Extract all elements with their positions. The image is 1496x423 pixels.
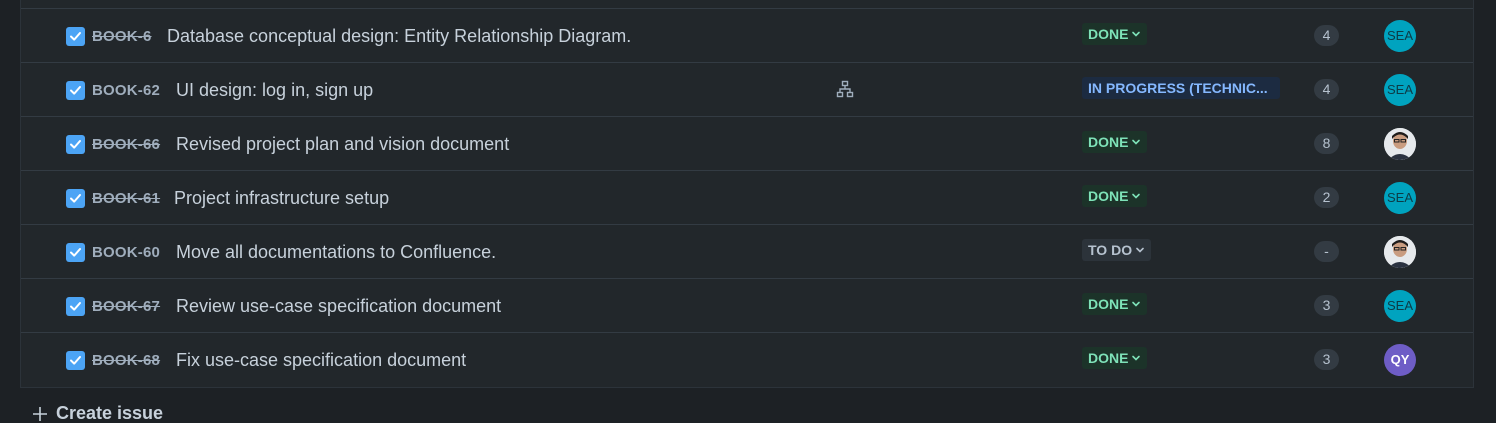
status-label: DONE	[1088, 26, 1129, 42]
story-points-badge[interactable]: -	[1314, 241, 1339, 262]
checkbox-checked-icon	[70, 86, 81, 95]
avatar-initials: SEA	[1386, 82, 1413, 97]
issue-summary[interactable]: UI design: log in, sign up	[176, 80, 373, 101]
issue-list: BOOK-6 Database conceptual design: Entit…	[20, 0, 1474, 388]
chevron-down-icon	[1132, 139, 1141, 145]
issue-row[interactable]: BOOK-66 Revised project plan and vision …	[21, 117, 1473, 171]
status-dropdown[interactable]: IN PROGRESS (TECHNIC...	[1082, 77, 1280, 99]
issue-key-link[interactable]: BOOK-66	[92, 136, 160, 153]
status-label: DONE	[1088, 350, 1129, 366]
chevron-down-icon	[1132, 31, 1141, 37]
user-photo-icon	[1384, 236, 1416, 268]
issue-key-link[interactable]: BOOK-62	[92, 82, 160, 99]
status-dropdown[interactable]: DONE	[1082, 293, 1148, 315]
avatar[interactable]: QY	[1384, 344, 1416, 376]
checkbox-checked-icon	[70, 302, 81, 311]
status-label: DONE	[1088, 188, 1129, 204]
issue-row[interactable]: BOOK-67 Review use-case specification do…	[21, 279, 1473, 333]
avatar[interactable]: SEA	[1384, 20, 1416, 52]
chevron-down-icon	[1132, 355, 1141, 361]
plus-icon	[33, 406, 47, 421]
avatar[interactable]: SEA	[1384, 182, 1416, 214]
avatar-initials: QY	[1390, 352, 1410, 367]
create-issue-button[interactable]: Create issue	[32, 403, 163, 423]
issue-row[interactable]: BOOK-6 Database conceptual design: Entit…	[21, 9, 1473, 63]
issue-type-icon	[66, 27, 85, 46]
checkbox-checked-icon	[70, 194, 81, 203]
issue-summary[interactable]: Review use-case specification document	[176, 296, 501, 317]
issue-type-icon	[66, 243, 85, 262]
status-dropdown[interactable]: DONE	[1082, 347, 1148, 369]
status-label: DONE	[1088, 134, 1129, 150]
issue-key-link[interactable]: BOOK-6	[92, 28, 152, 45]
issue-type-icon	[66, 351, 85, 370]
avatar-initials: SEA	[1386, 28, 1413, 43]
issue-type-icon	[66, 81, 85, 100]
user-photo-icon	[1384, 128, 1416, 160]
status-dropdown[interactable]: DONE	[1082, 131, 1148, 153]
chevron-down-icon	[1132, 193, 1141, 199]
issue-row[interactable]: BOOK-60 Move all documentations to Confl…	[21, 225, 1473, 279]
issue-summary[interactable]: Fix use-case specification document	[176, 350, 466, 371]
issue-row[interactable]: BOOK-68 Fix use-case specification docum…	[21, 333, 1473, 387]
story-points-badge[interactable]: 3	[1314, 295, 1339, 316]
issue-row[interactable]: BOOK-61 Project infrastructure setup DON…	[21, 171, 1473, 225]
checkbox-checked-icon	[70, 140, 81, 149]
backlog-page: BOOK-6 Database conceptual design: Entit…	[0, 0, 1496, 423]
story-points-badge[interactable]: 8	[1314, 133, 1339, 154]
issue-key-link[interactable]: BOOK-67	[92, 298, 160, 315]
avatar[interactable]	[1384, 128, 1416, 160]
avatar[interactable]	[1384, 236, 1416, 268]
create-issue-label: Create issue	[56, 403, 164, 423]
checkbox-checked-icon	[70, 356, 81, 365]
chevron-down-icon	[1132, 301, 1141, 307]
issue-type-icon	[66, 297, 85, 316]
issue-row[interactable]: BOOK-62 UI design: log in, sign up IN PR…	[21, 63, 1473, 117]
avatar-initials: SEA	[1386, 190, 1413, 205]
avatar[interactable]: SEA	[1384, 290, 1416, 322]
issue-summary[interactable]: Project infrastructure setup	[174, 188, 389, 209]
story-points-badge[interactable]: 4	[1314, 25, 1339, 46]
status-label: TO DO	[1088, 242, 1133, 258]
issue-summary[interactable]: Move all documentations to Confluence.	[176, 242, 496, 263]
avatar-initials: SEA	[1386, 298, 1413, 313]
issue-key-link[interactable]: BOOK-61	[92, 190, 160, 207]
story-points-badge[interactable]: 4	[1314, 79, 1339, 100]
issue-type-icon	[66, 135, 85, 154]
issue-summary[interactable]: Database conceptual design: Entity Relat…	[167, 26, 631, 47]
child-issues-icon[interactable]	[836, 80, 854, 98]
story-points-badge[interactable]: 3	[1314, 349, 1339, 370]
chevron-down-icon	[1136, 247, 1144, 253]
issue-type-icon	[66, 189, 85, 208]
story-points-badge[interactable]: 2	[1314, 187, 1339, 208]
status-dropdown[interactable]: DONE	[1082, 23, 1148, 45]
status-dropdown[interactable]: TO DO	[1082, 239, 1152, 261]
status-dropdown[interactable]: DONE	[1082, 185, 1148, 207]
checkbox-checked-icon	[70, 248, 81, 257]
status-label: DONE	[1088, 296, 1129, 312]
issue-summary[interactable]: Revised project plan and vision document	[176, 134, 509, 155]
checkbox-checked-icon	[70, 32, 81, 41]
issue-key-link[interactable]: BOOK-68	[92, 352, 160, 369]
status-label: IN PROGRESS (TECHNIC...	[1088, 80, 1268, 96]
issue-key-link[interactable]: BOOK-60	[92, 244, 160, 261]
avatar[interactable]: SEA	[1384, 74, 1416, 106]
